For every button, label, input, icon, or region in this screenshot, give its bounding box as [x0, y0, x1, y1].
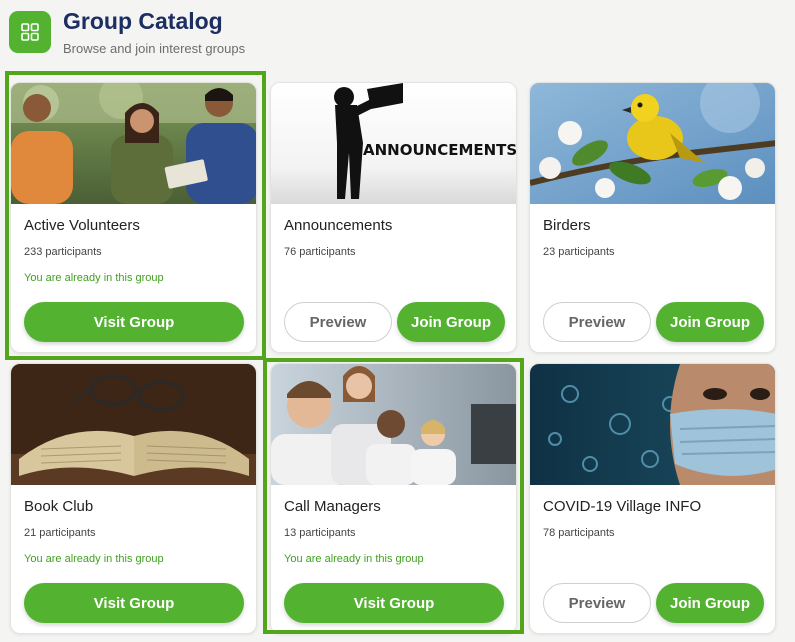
covid-mask-photo	[530, 364, 775, 485]
group-name: Book Club	[24, 498, 94, 515]
membership-status: You are already in this group	[24, 272, 164, 284]
preview-button[interactable]: Preview	[284, 302, 392, 342]
group-name: Announcements	[284, 217, 393, 234]
group-card-announcements[interactable]: ANNOUNCEMENTS Announcements 76 participa…	[270, 82, 517, 353]
participant-count: 13 participants	[284, 527, 356, 539]
join-group-button[interactable]: Join Group	[656, 302, 764, 342]
call-center-photo	[271, 364, 516, 485]
announcements-megaphone-graphic: ANNOUNCEMENTS	[271, 83, 516, 204]
membership-status: You are already in this group	[284, 553, 424, 565]
membership-status: You are already in this group	[24, 553, 164, 565]
grid-icon	[9, 11, 51, 53]
page-subtitle: Browse and join interest groups	[63, 41, 246, 56]
group-card-book-club[interactable]: Book Club 21 participants You are alread…	[10, 363, 257, 634]
group-card-birders[interactable]: Birders 23 participants Preview Join Gro…	[529, 82, 776, 353]
visit-group-button[interactable]: Visit Group	[24, 583, 244, 623]
visit-group-button[interactable]: Visit Group	[284, 583, 504, 623]
visit-group-button[interactable]: Visit Group	[24, 302, 244, 342]
group-name: Birders	[543, 217, 591, 234]
page-title: Group Catalog	[63, 8, 223, 34]
participant-count: 76 participants	[284, 246, 356, 258]
preview-button[interactable]: Preview	[543, 583, 651, 623]
participant-count: 78 participants	[543, 527, 615, 539]
yellow-bird-photo	[530, 83, 775, 204]
group-card-call-managers[interactable]: Call Managers 13 participants You are al…	[270, 363, 517, 634]
page-header: Group Catalog Browse and join interest g…	[9, 8, 245, 56]
participant-count: 21 participants	[24, 527, 96, 539]
join-group-button[interactable]: Join Group	[397, 302, 505, 342]
participant-count: 233 participants	[24, 246, 102, 258]
join-group-button[interactable]: Join Group	[656, 583, 764, 623]
group-card-covid19-village-info[interactable]: COVID-19 Village INFO 78 participants Pr…	[529, 363, 776, 634]
volunteers-photo	[11, 83, 256, 204]
group-name: Active Volunteers	[24, 217, 140, 234]
group-name: COVID-19 Village INFO	[543, 498, 702, 515]
book-glasses-photo	[11, 364, 256, 485]
announcements-image-text: ANNOUNCEMENTS	[363, 141, 516, 159]
preview-button[interactable]: Preview	[543, 302, 651, 342]
group-card-active-volunteers[interactable]: Active Volunteers 233 participants You a…	[10, 82, 257, 353]
participant-count: 23 participants	[543, 246, 615, 258]
group-name: Call Managers	[284, 498, 381, 515]
